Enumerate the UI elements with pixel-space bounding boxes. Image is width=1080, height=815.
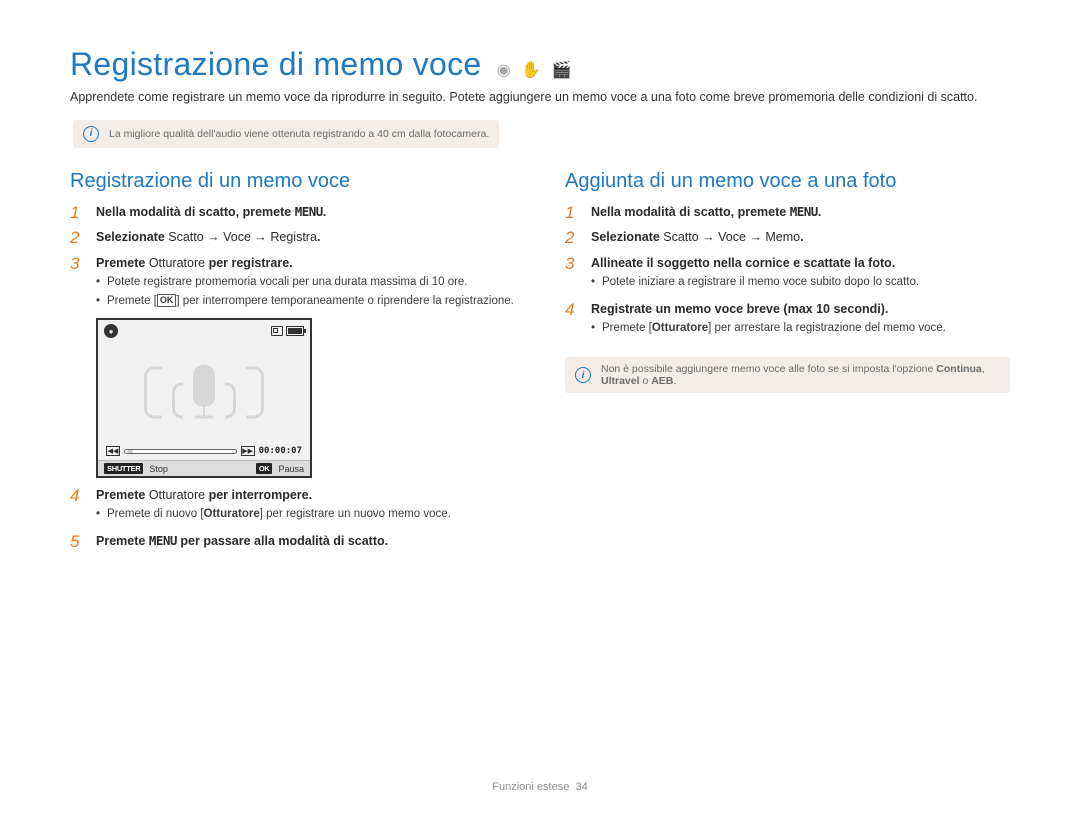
bullet: Premete di nuovo [Otturatore] per regist…	[96, 507, 515, 523]
elapsed-time: 00:00:07	[259, 446, 302, 456]
menu-path: Scatto → Voce → Registra	[168, 230, 317, 244]
stop-label: Stop	[149, 464, 168, 474]
info-icon: i	[83, 126, 99, 142]
step1-text: Nella modalità di scatto, premete	[96, 205, 291, 219]
page-number: 34	[575, 781, 587, 793]
tip-text: Non è possibile aggiungere memo voce all…	[601, 363, 1000, 387]
step-4: 4 Premete Otturatore per interrompere. P…	[70, 486, 515, 526]
info-icon: i	[575, 367, 591, 383]
step-number: 5	[70, 532, 84, 552]
microphone-graphic	[144, 365, 264, 419]
bullet: Potete iniziare a registrare il memo voc…	[591, 275, 1010, 291]
tip-text: La migliore qualità dell'audio viene ott…	[109, 128, 489, 140]
section-name: Funzioni estese	[492, 781, 569, 793]
battery-icon	[286, 326, 304, 336]
page-title: Registrazione di memo voce ◉ ✋ 🎬	[70, 46, 1010, 83]
col-record-memo: Registrazione di un memo voce 1 Nella mo…	[70, 170, 515, 557]
tip-cannot-add-memo: i Non è possibile aggiungere memo voce a…	[565, 357, 1010, 393]
bullet: Premete [Otturatore] per arrestare la re…	[591, 321, 1010, 337]
step-number: 4	[70, 486, 84, 526]
ok-button-icon: OK	[157, 294, 177, 307]
step-number: 4	[565, 300, 579, 340]
tip-audio-quality: i La migliore qualità dell'audio viene o…	[73, 120, 499, 148]
menu-button-label: MENU	[149, 533, 177, 548]
menu-button-label: MENU	[790, 204, 818, 219]
menu-button-label: MENU	[295, 204, 323, 219]
intro-paragraph: Apprendete come registrare un memo voce …	[70, 89, 1010, 106]
subhead-add-to-photo: Aggiunta di un memo voce a una foto	[565, 170, 1010, 193]
step-number: 3	[70, 254, 84, 312]
step-2: 2 Selezionate Scatto → Voce → Registra.	[70, 228, 515, 248]
step-1: 1 Nella modalità di scatto, premete MENU…	[565, 203, 1010, 223]
step-1: 1 Nella modalità di scatto, premete MENU…	[70, 203, 515, 223]
page-footer: Funzioni estese 34	[0, 781, 1080, 793]
ok-tag: OK	[256, 463, 273, 474]
step-3: 3 Allineate il soggetto nella cornice e …	[565, 254, 1010, 294]
shutter-tag: SHUTTER	[104, 463, 143, 474]
subhead-record: Registrazione di un memo voce	[70, 170, 515, 193]
menu-path: Scatto → Voce → Memo	[663, 230, 800, 244]
step-2: 2 Selezionate Scatto → Voce → Memo.	[565, 228, 1010, 248]
step-number: 2	[70, 228, 84, 248]
step-number: 3	[565, 254, 579, 294]
title-text: Registrazione di memo voce	[70, 46, 482, 82]
bullet: Potete registrare promemoria vocali per …	[96, 275, 515, 291]
col-add-memo-to-photo: Aggiunta di un memo voce a una foto 1 Ne…	[565, 170, 1010, 557]
bullet: Premete [OK] per interrompere temporanea…	[96, 294, 515, 310]
mode-icons: ◉ ✋ 🎬	[497, 62, 575, 79]
two-column-layout: Registrazione di un memo voce 1 Nella mo…	[70, 170, 1010, 557]
step-4: 4 Registrate un memo voce breve (max 10 …	[565, 300, 1010, 340]
step-number: 1	[565, 203, 579, 223]
step-3: 3 Premete Otturatore per registrare. Pot…	[70, 254, 515, 312]
pause-label: Pausa	[278, 464, 304, 474]
step-5: 5 Premete MENU per passare alla modalità…	[70, 532, 515, 552]
record-mode-icon: ●	[104, 324, 118, 338]
forward-icon: ▶▶	[241, 446, 255, 456]
progress-bar: ◀◀ ▶▶ 00:00:07	[106, 446, 302, 456]
card-icon	[271, 326, 283, 336]
camera-screen-illustration: ● ◀◀ ▶▶ 00:00:07 SHUTTER Stop	[96, 318, 312, 478]
step-number: 1	[70, 203, 84, 223]
step-number: 2	[565, 228, 579, 248]
rewind-icon: ◀◀	[106, 446, 120, 456]
